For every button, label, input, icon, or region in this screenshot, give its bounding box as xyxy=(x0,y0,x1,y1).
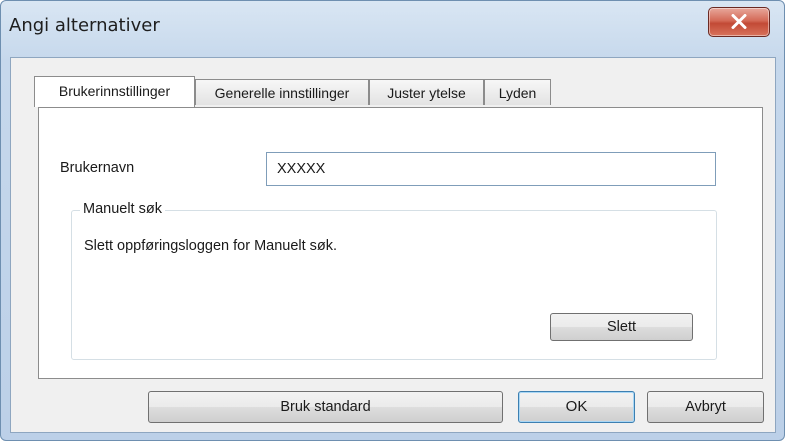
tab-generelle-innstillinger[interactable]: Generelle innstillinger xyxy=(195,79,369,105)
username-input[interactable] xyxy=(266,152,716,186)
tab-brukerinnstillinger[interactable]: Brukerinnstillinger xyxy=(34,76,195,107)
options-dialog: Angi alternativer Brukerinnstillinger Ge… xyxy=(0,0,785,441)
delete-button[interactable]: Slett xyxy=(550,313,693,341)
close-button[interactable] xyxy=(708,7,770,37)
tab-panel-brukerinnstillinger: Brukernavn Manuelt søk Slett oppføringsl… xyxy=(38,107,763,379)
dialog-title: Angi alternativer xyxy=(9,15,160,36)
tab-juster-ytelse[interactable]: Juster ytelse xyxy=(369,79,484,105)
cancel-button[interactable]: Avbryt xyxy=(647,391,764,423)
close-icon xyxy=(731,14,747,29)
manual-search-group-title: Manuelt søk xyxy=(80,201,165,217)
username-label: Brukernavn xyxy=(60,160,135,176)
manual-search-description: Slett oppføringsloggen for Manuelt søk. xyxy=(84,238,338,254)
use-default-button[interactable]: Bruk standard xyxy=(148,391,503,423)
tab-lyden[interactable]: Lyden xyxy=(484,79,551,105)
title-bar[interactable]: Angi alternativer xyxy=(1,1,784,57)
manual-search-group: Manuelt søk Slett oppføringsloggen for M… xyxy=(71,201,717,360)
ok-button[interactable]: OK xyxy=(518,391,635,423)
